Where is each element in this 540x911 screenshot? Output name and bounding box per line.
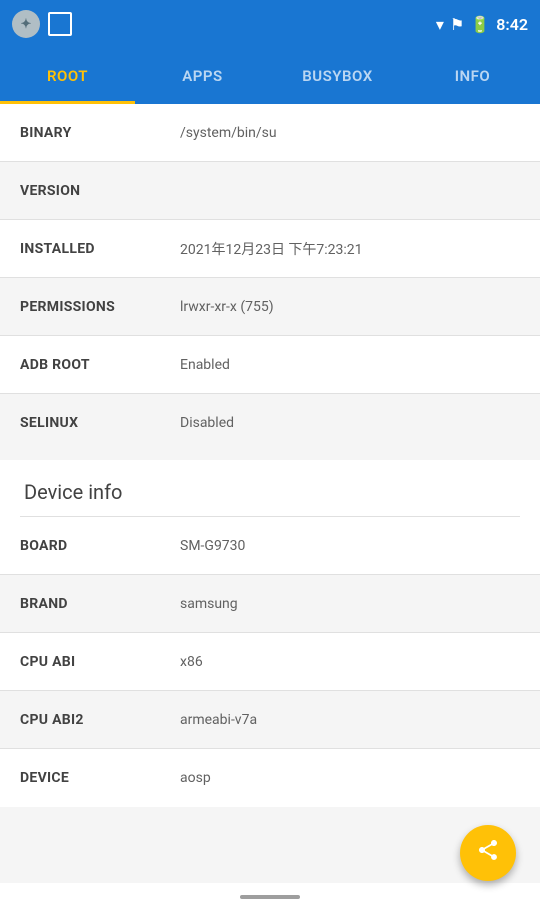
row-value: aosp xyxy=(180,770,520,786)
table-row: BOARD SM-G9730 xyxy=(0,517,540,575)
table-row: BRAND samsung xyxy=(0,575,540,633)
status-bar-right: ▾ ⚑ 🔋 8:42 xyxy=(436,15,528,34)
tab-busybox[interactable]: BUSYBOX xyxy=(270,48,405,104)
table-row: CPU ABI x86 xyxy=(0,633,540,691)
row-value: samsung xyxy=(180,596,520,612)
row-label: CPU ABI2 xyxy=(20,712,180,728)
tab-info[interactable]: INFO xyxy=(405,48,540,104)
signal-icon: ⚑ xyxy=(450,15,464,34)
row-label: ADB ROOT xyxy=(20,357,180,373)
root-info-card: BINARY /system/bin/su VERSION INSTALLED … xyxy=(0,104,540,452)
status-bar: ✦ ▾ ⚑ 🔋 8:42 xyxy=(0,0,540,48)
row-label: BOARD xyxy=(20,538,180,554)
device-info-card: Device info BOARD SM-G9730 BRAND samsung… xyxy=(0,460,540,807)
row-label: SELINUX xyxy=(20,415,180,431)
battery-icon: 🔋 xyxy=(470,15,490,34)
row-value: armeabi-v7a xyxy=(180,712,520,728)
nav-bar-indicator xyxy=(240,895,300,899)
tab-apps[interactable]: APPS xyxy=(135,48,270,104)
share-icon xyxy=(476,838,500,868)
row-value: 2021年12月23日 下午7:23:21 xyxy=(180,239,520,259)
section-title: Device info xyxy=(24,480,122,504)
section-header: Device info xyxy=(0,460,540,516)
row-label: BRAND xyxy=(20,596,180,612)
row-label: VERSION xyxy=(20,183,180,199)
row-label: DEVICE xyxy=(20,770,180,786)
table-row: ADB ROOT Enabled xyxy=(0,336,540,394)
row-value: SM-G9730 xyxy=(180,538,520,554)
window-icon xyxy=(48,12,72,36)
app-icon: ✦ xyxy=(12,10,40,38)
wifi-icon: ▾ xyxy=(436,15,444,34)
table-row: INSTALLED 2021年12月23日 下午7:23:21 xyxy=(0,220,540,278)
status-bar-left: ✦ xyxy=(12,10,72,38)
content-area: BINARY /system/bin/su VERSION INSTALLED … xyxy=(0,104,540,911)
table-row: DEVICE aosp xyxy=(0,749,540,807)
row-label: BINARY xyxy=(20,125,180,141)
row-label: INSTALLED xyxy=(20,241,180,257)
row-label: PERMISSIONS xyxy=(20,299,180,315)
row-value: /system/bin/su xyxy=(180,125,520,141)
bottom-nav-hint xyxy=(0,883,540,911)
table-row: SELINUX Disabled xyxy=(0,394,540,452)
tab-root[interactable]: ROOT xyxy=(0,48,135,104)
row-label: CPU ABI xyxy=(20,654,180,670)
table-row: VERSION xyxy=(0,162,540,220)
row-value: lrwxr-xr-x (755) xyxy=(180,299,520,315)
table-row: CPU ABI2 armeabi-v7a xyxy=(0,691,540,749)
share-fab[interactable] xyxy=(460,825,516,881)
tab-bar: ROOT APPS BUSYBOX INFO xyxy=(0,48,540,104)
table-row: PERMISSIONS lrwxr-xr-x (755) xyxy=(0,278,540,336)
row-value: Enabled xyxy=(180,357,520,373)
row-value: x86 xyxy=(180,654,520,670)
clock: 8:42 xyxy=(496,15,528,34)
table-row: BINARY /system/bin/su xyxy=(0,104,540,162)
row-value: Disabled xyxy=(180,415,520,431)
